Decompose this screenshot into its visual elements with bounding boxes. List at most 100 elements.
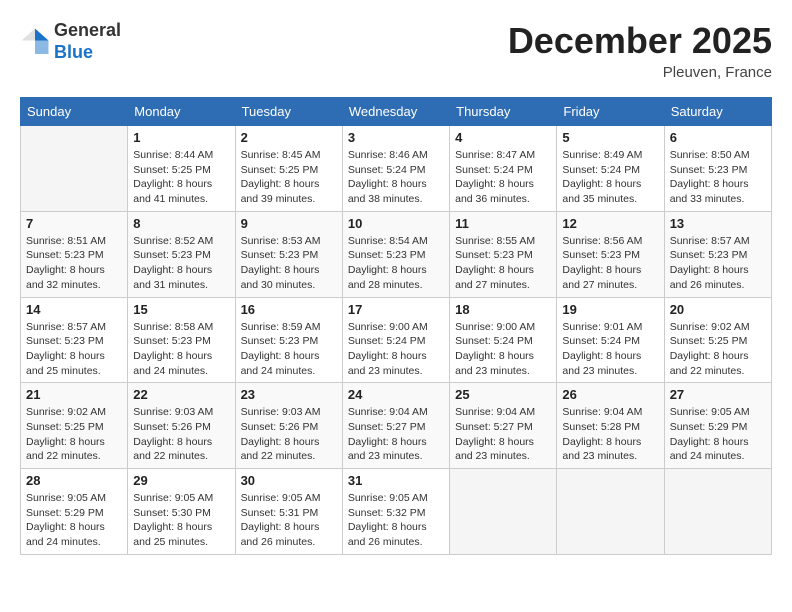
day-info: Sunrise: 9:04 AMSunset: 5:27 PMDaylight:… — [455, 405, 551, 464]
day-number: 23 — [241, 387, 337, 402]
day-info: Sunrise: 8:56 AMSunset: 5:23 PMDaylight:… — [562, 234, 658, 293]
day-number: 5 — [562, 130, 658, 145]
calendar-cell: 10 Sunrise: 8:54 AMSunset: 5:23 PMDayligh… — [342, 211, 449, 297]
day-info: Sunrise: 9:02 AMSunset: 5:25 PMDaylight:… — [670, 320, 766, 379]
calendar-cell: 1 Sunrise: 8:44 AMSunset: 5:25 PMDaylight… — [128, 126, 235, 212]
day-number: 1 — [133, 130, 229, 145]
day-number: 17 — [348, 302, 444, 317]
calendar-cell: 4 Sunrise: 8:47 AMSunset: 5:24 PMDaylight… — [450, 126, 557, 212]
day-number: 15 — [133, 302, 229, 317]
logo-text: General Blue — [54, 20, 121, 63]
header-sunday: Sunday — [21, 98, 128, 126]
day-number: 13 — [670, 216, 766, 231]
day-number: 21 — [26, 387, 122, 402]
header-tuesday: Tuesday — [235, 98, 342, 126]
day-info: Sunrise: 9:00 AMSunset: 5:24 PMDaylight:… — [455, 320, 551, 379]
day-number: 28 — [26, 473, 122, 488]
calendar-cell: 15 Sunrise: 8:58 AMSunset: 5:23 PMDayligh… — [128, 297, 235, 383]
calendar-cell: 29 Sunrise: 9:05 AMSunset: 5:30 PMDayligh… — [128, 469, 235, 555]
calendar-cell: 14 Sunrise: 8:57 AMSunset: 5:23 PMDayligh… — [21, 297, 128, 383]
calendar-week-4: 21 Sunrise: 9:02 AMSunset: 5:25 PMDayligh… — [21, 383, 772, 469]
calendar-cell — [450, 469, 557, 555]
calendar-cell: 22 Sunrise: 9:03 AMSunset: 5:26 PMDayligh… — [128, 383, 235, 469]
calendar-week-1: 1 Sunrise: 8:44 AMSunset: 5:25 PMDaylight… — [21, 126, 772, 212]
month-title: December 2025 — [508, 20, 772, 62]
day-number: 16 — [241, 302, 337, 317]
calendar-cell: 24 Sunrise: 9:04 AMSunset: 5:27 PMDayligh… — [342, 383, 449, 469]
calendar-cell: 6Sunrise: 8:50 AMSunset: 5:23 PMDaylight… — [664, 126, 771, 212]
day-info: Sunrise: 8:54 AMSunset: 5:23 PMDaylight:… — [348, 234, 444, 293]
title-block: December 2025 Pleuven, France — [508, 20, 772, 81]
day-info: Sunrise: 8:57 AMSunset: 5:23 PMDaylight:… — [26, 320, 122, 379]
day-number: 22 — [133, 387, 229, 402]
day-info: Sunrise: 9:03 AMSunset: 5:26 PMDaylight:… — [241, 405, 337, 464]
day-info: Sunrise: 9:05 AMSunset: 5:29 PMDaylight:… — [26, 491, 122, 550]
header-wednesday: Wednesday — [342, 98, 449, 126]
day-info: Sunrise: 8:45 AMSunset: 5:25 PMDaylight:… — [241, 148, 337, 207]
day-info: Sunrise: 9:05 AMSunset: 5:31 PMDaylight:… — [241, 491, 337, 550]
calendar-week-3: 14 Sunrise: 8:57 AMSunset: 5:23 PMDayligh… — [21, 297, 772, 383]
day-number: 10 — [348, 216, 444, 231]
day-number: 24 — [348, 387, 444, 402]
day-number: 3 — [348, 130, 444, 145]
page-header: General Blue December 2025 Pleuven, Fran… — [20, 20, 772, 81]
weekday-row: Sunday Monday Tuesday Wednesday Thursday… — [21, 98, 772, 126]
day-info: Sunrise: 9:04 AMSunset: 5:27 PMDaylight:… — [348, 405, 444, 464]
day-number: 25 — [455, 387, 551, 402]
calendar-cell: 12 Sunrise: 8:56 AMSunset: 5:23 PMDayligh… — [557, 211, 664, 297]
calendar-cell: 28 Sunrise: 9:05 AMSunset: 5:29 PMDayligh… — [21, 469, 128, 555]
calendar-cell: 5Sunrise: 8:49 AMSunset: 5:24 PMDaylight… — [557, 126, 664, 212]
day-number: 8 — [133, 216, 229, 231]
day-number: 26 — [562, 387, 658, 402]
day-info: Sunrise: 9:01 AMSunset: 5:24 PMDaylight:… — [562, 320, 658, 379]
calendar-week-2: 7 Sunrise: 8:51 AMSunset: 5:23 PMDaylight… — [21, 211, 772, 297]
calendar-table: Sunday Monday Tuesday Wednesday Thursday… — [20, 97, 772, 555]
header-friday: Friday — [557, 98, 664, 126]
day-info: Sunrise: 8:47 AMSunset: 5:24 PMDaylight:… — [455, 148, 551, 207]
location-subtitle: Pleuven, France — [508, 64, 772, 81]
calendar-cell: 21 Sunrise: 9:02 AMSunset: 5:25 PMDayligh… — [21, 383, 128, 469]
day-info: Sunrise: 8:51 AMSunset: 5:23 PMDaylight:… — [26, 234, 122, 293]
day-number: 4 — [455, 130, 551, 145]
day-number: 9 — [241, 216, 337, 231]
day-number: 20 — [670, 302, 766, 317]
day-info: Sunrise: 9:04 AMSunset: 5:28 PMDaylight:… — [562, 405, 658, 464]
calendar-cell: 18Sunrise: 9:00 AMSunset: 5:24 PMDayligh… — [450, 297, 557, 383]
day-info: Sunrise: 9:05 AMSunset: 5:32 PMDaylight:… — [348, 491, 444, 550]
day-number: 7 — [26, 216, 122, 231]
calendar-cell: 17 Sunrise: 9:00 AMSunset: 5:24 PMDayligh… — [342, 297, 449, 383]
calendar-cell — [664, 469, 771, 555]
day-number: 12 — [562, 216, 658, 231]
logo: General Blue — [20, 20, 121, 63]
calendar-header: Sunday Monday Tuesday Wednesday Thursday… — [21, 98, 772, 126]
day-number: 27 — [670, 387, 766, 402]
day-info: Sunrise: 9:02 AMSunset: 5:25 PMDaylight:… — [26, 405, 122, 464]
day-info: Sunrise: 9:05 AMSunset: 5:29 PMDaylight:… — [670, 405, 766, 464]
day-info: Sunrise: 9:05 AMSunset: 5:30 PMDaylight:… — [133, 491, 229, 550]
day-info: Sunrise: 8:53 AMSunset: 5:23 PMDaylight:… — [241, 234, 337, 293]
day-info: Sunrise: 8:46 AMSunset: 5:24 PMDaylight:… — [348, 148, 444, 207]
header-thursday: Thursday — [450, 98, 557, 126]
calendar-body: 1 Sunrise: 8:44 AMSunset: 5:25 PMDaylight… — [21, 126, 772, 555]
calendar-cell: 23 Sunrise: 9:03 AMSunset: 5:26 PMDayligh… — [235, 383, 342, 469]
day-number: 31 — [348, 473, 444, 488]
day-number: 6 — [670, 130, 766, 145]
calendar-cell: 31 Sunrise: 9:05 AMSunset: 5:32 PMDayligh… — [342, 469, 449, 555]
calendar-cell: 13Sunrise: 8:57 AMSunset: 5:23 PMDayligh… — [664, 211, 771, 297]
calendar-cell: 9 Sunrise: 8:53 AMSunset: 5:23 PMDaylight… — [235, 211, 342, 297]
calendar-cell: 8 Sunrise: 8:52 AMSunset: 5:23 PMDaylight… — [128, 211, 235, 297]
day-info: Sunrise: 8:52 AMSunset: 5:23 PMDaylight:… — [133, 234, 229, 293]
day-info: Sunrise: 8:59 AMSunset: 5:23 PMDaylight:… — [241, 320, 337, 379]
day-info: Sunrise: 9:00 AMSunset: 5:24 PMDaylight:… — [348, 320, 444, 379]
day-number: 11 — [455, 216, 551, 231]
day-number: 30 — [241, 473, 337, 488]
calendar-cell: 2Sunrise: 8:45 AMSunset: 5:25 PMDaylight… — [235, 126, 342, 212]
calendar-cell: 16 Sunrise: 8:59 AMSunset: 5:23 PMDayligh… — [235, 297, 342, 383]
calendar-cell: 26 Sunrise: 9:04 AMSunset: 5:28 PMDayligh… — [557, 383, 664, 469]
day-number: 29 — [133, 473, 229, 488]
header-monday: Monday — [128, 98, 235, 126]
day-info: Sunrise: 9:03 AMSunset: 5:26 PMDaylight:… — [133, 405, 229, 464]
day-info: Sunrise: 8:58 AMSunset: 5:23 PMDaylight:… — [133, 320, 229, 379]
day-info: Sunrise: 8:44 AMSunset: 5:25 PMDaylight:… — [133, 148, 229, 207]
day-number: 14 — [26, 302, 122, 317]
